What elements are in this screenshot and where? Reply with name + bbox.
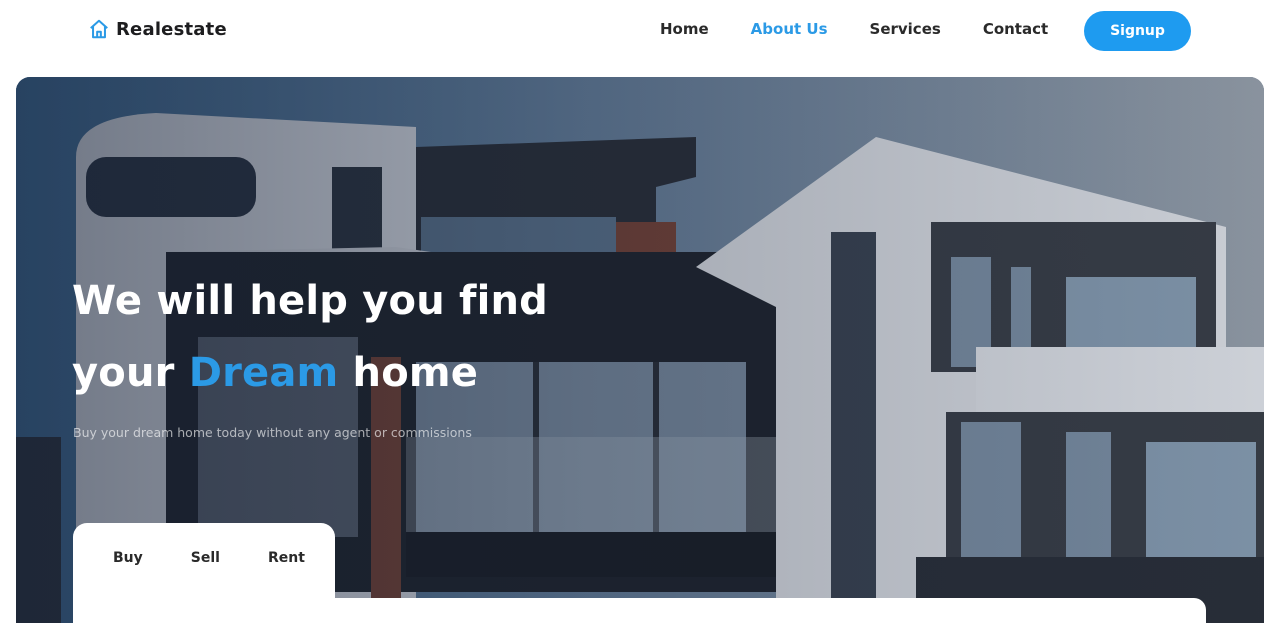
signup-button[interactable]: Signup	[1084, 11, 1191, 51]
tab-buy[interactable]: Buy	[113, 550, 143, 566]
main-nav: Home About Us Services Contact	[660, 20, 1048, 38]
top-navbar: Realestate Home About Us Services Contac…	[0, 0, 1280, 70]
house-icon	[88, 18, 110, 40]
hero-title-suffix: home	[338, 350, 479, 396]
hero-subtitle: Buy your dream home today without any ag…	[73, 425, 472, 440]
brand-name: Realestate	[116, 18, 227, 40]
search-panel	[73, 598, 1206, 623]
tab-rent[interactable]: Rent	[268, 550, 305, 566]
hero-title: We will help you find your Dream home	[72, 265, 548, 409]
nav-link-services[interactable]: Services	[870, 20, 941, 38]
hero-title-accent: Dream	[188, 350, 339, 396]
search-tabs: Buy Sell Rent	[73, 523, 335, 603]
nav-link-about-us[interactable]: About Us	[751, 20, 828, 38]
hero-title-prefix: your	[72, 350, 189, 396]
nav-link-home[interactable]: Home	[660, 20, 709, 38]
hero-title-line1: We will help you find	[72, 278, 549, 324]
tab-sell[interactable]: Sell	[191, 550, 220, 566]
brand-logo[interactable]: Realestate	[88, 18, 227, 40]
nav-link-contact[interactable]: Contact	[983, 20, 1048, 38]
